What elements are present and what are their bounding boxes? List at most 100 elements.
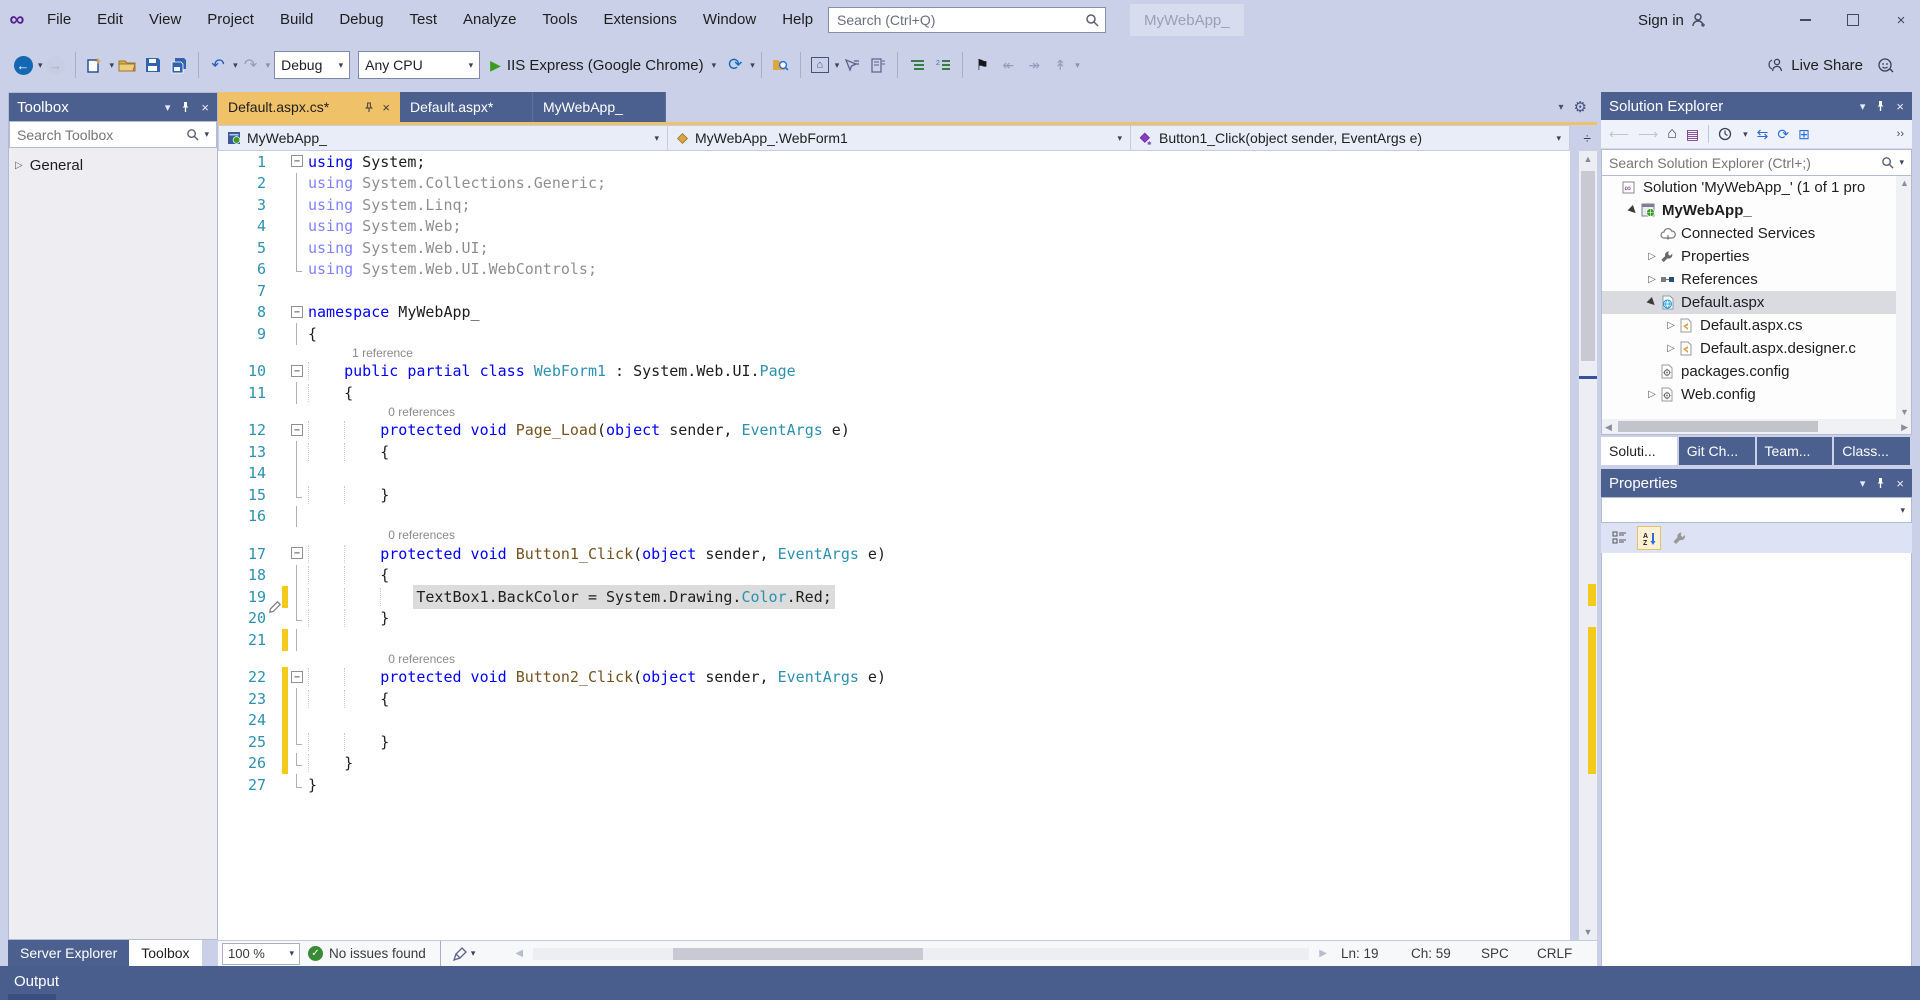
fold-gutter[interactable] (288, 608, 308, 630)
next-bookmark-icon[interactable]: ↠ (1022, 50, 1046, 80)
close-icon[interactable]: × (1896, 476, 1904, 491)
chevron-collapsed-icon[interactable]: ▷ (1644, 274, 1660, 285)
type-dropdown[interactable]: MyWebApp_.WebForm1 ▾ (668, 126, 1131, 150)
save-icon[interactable] (141, 50, 165, 80)
sign-in-button[interactable]: Sign in (1638, 0, 1707, 40)
quick-search-input[interactable]: Search (Ctrl+Q) (828, 7, 1106, 33)
codelens-indicator[interactable]: 1 reference (218, 345, 1570, 361)
back-icon[interactable]: ⟵ (1609, 126, 1629, 143)
codelens-indicator[interactable]: 0 references (218, 404, 1570, 420)
code-line-14[interactable]: 14 (218, 463, 1570, 485)
fold-gutter[interactable] (288, 710, 308, 732)
solution-platform-select[interactable]: Any CPU▾ (358, 51, 480, 79)
hot-reload-icon[interactable]: ⟳ (723, 50, 747, 80)
code-editor[interactable]: 1−using System;2using System.Collections… (218, 151, 1570, 940)
solution-configuration-select[interactable]: Debug▾ (274, 51, 350, 79)
split-window-icon[interactable]: ÷ (1583, 125, 1591, 151)
scroll-up-icon[interactable]: ▲ (1579, 151, 1597, 167)
fold-gutter[interactable] (288, 774, 308, 796)
tree-item-solution--mywebapp----1-of-1-pro[interactable]: ∞Solution 'MyWebApp_' (1 of 1 pro (1602, 176, 1911, 199)
code-line-15[interactable]: 15} (218, 484, 1570, 506)
editor-horizontal-scrollbar[interactable] (533, 948, 1309, 960)
window-position-dropdown-icon[interactable]: ▾ (165, 101, 171, 114)
chevron-collapsed-icon[interactable]: ▷ (1644, 389, 1660, 400)
scroll-down-icon[interactable]: ▼ (1579, 924, 1597, 940)
start-debugging-button[interactable]: ▶ IIS Express (Google Chrome) ▾ (490, 57, 716, 74)
fold-collapse-icon[interactable]: − (291, 365, 303, 377)
code-line-1[interactable]: 1−using System; (218, 151, 1570, 173)
fold-gutter[interactable] (288, 194, 308, 216)
code-line-25[interactable]: 25} (218, 731, 1570, 753)
navigate-back-dropdown[interactable]: ▾ (38, 60, 43, 71)
code-line-22[interactable]: 22−protected void Button2_Click(object s… (218, 667, 1570, 689)
fold-gutter[interactable]: − (288, 151, 308, 173)
code-cleanup-dropdown[interactable]: ▾ (471, 948, 476, 959)
window-position-dropdown-icon[interactable]: ▾ (1860, 100, 1866, 113)
minimize-button[interactable] (1798, 13, 1812, 27)
alphabetical-sort-icon[interactable]: AZ (1637, 526, 1661, 550)
fold-gutter[interactable] (288, 484, 308, 506)
fold-collapse-icon[interactable]: − (291, 155, 303, 167)
open-file-icon[interactable] (115, 50, 139, 80)
panel-tab-class[interactable]: Class... (1834, 437, 1910, 465)
code-line-19[interactable]: 19TextBox1.BackColor = System.Drawing.Co… (218, 586, 1570, 608)
menu-view[interactable]: View (136, 0, 194, 40)
properties-object-select[interactable]: ▾ (1601, 497, 1912, 523)
code-line-9[interactable]: 9{ (218, 323, 1570, 345)
scroll-right-icon[interactable]: ▶ (1901, 422, 1908, 433)
pending-changes-filter-icon[interactable] (1718, 127, 1732, 141)
find-in-files-icon[interactable] (769, 50, 793, 80)
chevron-collapsed-icon[interactable]: ▷ (1663, 320, 1679, 331)
menu-test[interactable]: Test (397, 0, 451, 40)
fold-gutter[interactable]: − (288, 302, 308, 324)
solution-explorer-header[interactable]: Solution Explorer ▾ × (1601, 92, 1912, 120)
document-tab-default.aspx[interactable]: Default.aspx* (400, 92, 533, 122)
run-target-dropdown[interactable]: ▾ (712, 60, 717, 71)
menu-tools[interactable]: Tools (529, 0, 590, 40)
menu-analyze[interactable]: Analyze (450, 0, 529, 40)
scroll-left-icon[interactable]: ◀ (1605, 422, 1612, 433)
navigate-back-button[interactable]: ← (11, 50, 35, 80)
close-button[interactable]: × (1894, 13, 1908, 27)
panel-tab-soluti[interactable]: Soluti... (1601, 437, 1677, 465)
chevron-expanded-icon[interactable]: ▶ (1644, 297, 1660, 308)
fold-gutter[interactable] (288, 565, 308, 587)
code-line-3[interactable]: 3using System.Linq; (218, 194, 1570, 216)
fold-gutter[interactable] (288, 586, 308, 608)
fold-gutter[interactable] (288, 216, 308, 238)
member-dropdown[interactable]: Button1_Click(object sender, EventArgs e… (1131, 126, 1569, 150)
code-line-26[interactable]: 26} (218, 753, 1570, 775)
toolbox-group-general[interactable]: ▷ General (9, 148, 217, 183)
fold-gutter[interactable] (288, 688, 308, 710)
menu-file[interactable]: File (34, 0, 84, 40)
chevron-collapsed-icon[interactable]: ▷ (1644, 251, 1660, 262)
fold-gutter[interactable] (288, 753, 308, 775)
document-tab-default.aspx.cs[interactable]: Default.aspx.cs*× (218, 92, 400, 122)
scrollbar-thumb[interactable] (1581, 171, 1595, 361)
fold-gutter[interactable]: − (288, 361, 308, 383)
code-line-8[interactable]: 8−namespace MyWebApp_ (218, 302, 1570, 324)
fold-collapse-icon[interactable]: − (291, 671, 303, 683)
fold-gutter[interactable] (288, 323, 308, 345)
bookmark-dropdown[interactable]: ▾ (1075, 60, 1080, 71)
filter-dropdown[interactable]: ▾ (1743, 129, 1748, 140)
bookmark-icon[interactable]: ⚑ (970, 50, 994, 80)
properties-header[interactable]: Properties ▾ × (1601, 469, 1912, 497)
fold-gutter[interactable] (288, 731, 308, 753)
editor-vertical-scrollbar[interactable]: ▲ ▼ (1579, 151, 1597, 940)
gear-icon[interactable]: ⚙ (1574, 98, 1587, 116)
code-line-27[interactable]: 27} (218, 774, 1570, 796)
pin-icon[interactable] (364, 102, 374, 113)
indent-lines-icon[interactable] (905, 50, 929, 80)
code-line-23[interactable]: 23{ (218, 688, 1570, 710)
tree-vertical-scrollbar[interactable]: ▲ ▼ (1896, 176, 1911, 419)
code-line-4[interactable]: 4using System.Web; (218, 216, 1570, 238)
code-line-6[interactable]: 6using System.Web.UI.WebControls; (218, 259, 1570, 281)
menu-edit[interactable]: Edit (84, 0, 136, 40)
tree-item-connected-services[interactable]: Connected Services (1602, 222, 1911, 245)
fold-gutter[interactable] (288, 280, 308, 302)
navigate-forward-button[interactable]: → (44, 50, 68, 80)
tab-list-dropdown-icon[interactable]: ▾ (1559, 102, 1564, 113)
code-line-16[interactable]: 16 (218, 506, 1570, 528)
menu-debug[interactable]: Debug (326, 0, 396, 40)
